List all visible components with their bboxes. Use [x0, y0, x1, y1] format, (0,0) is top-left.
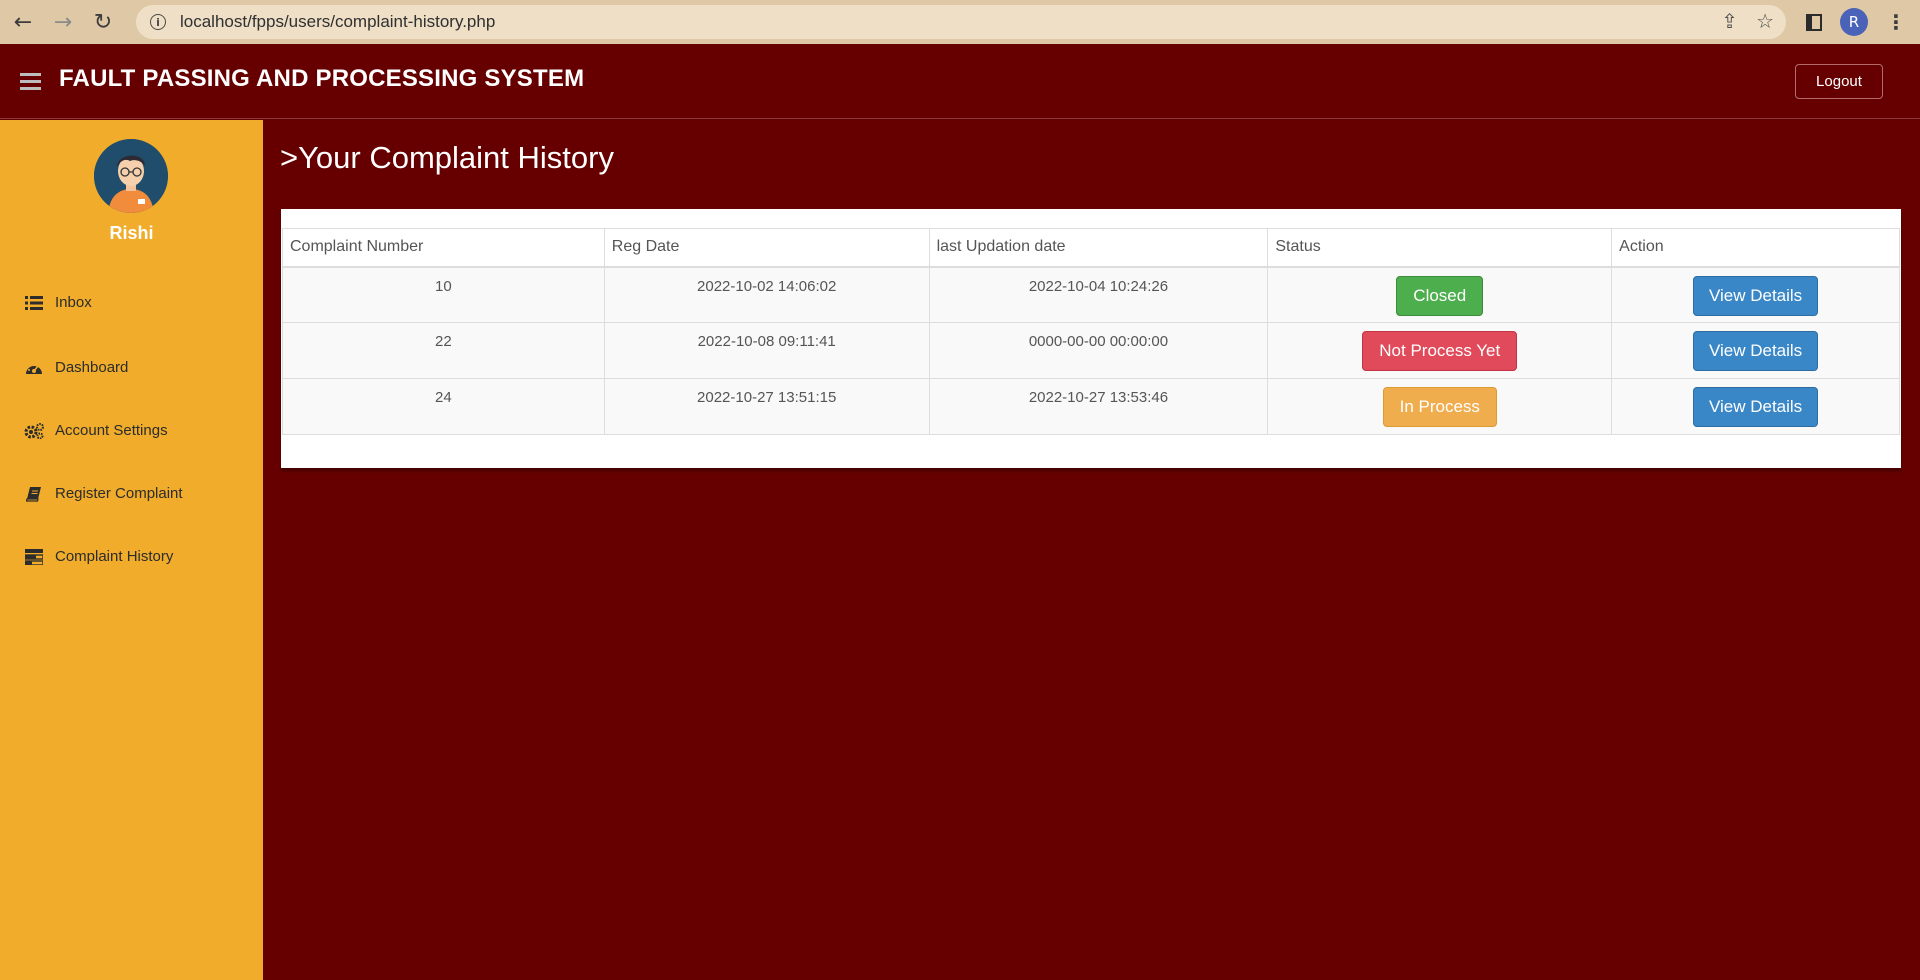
- user-avatar: [94, 139, 168, 213]
- cogs-icon: [24, 422, 44, 439]
- tasks-icon: [24, 548, 44, 565]
- bookmark-star-icon[interactable]: ☆: [1756, 9, 1774, 33]
- complaint-table: Complaint Number Reg Date last Updation …: [282, 228, 1900, 435]
- sidebar-item-complaint-history[interactable]: Complaint History: [24, 548, 173, 565]
- complaint-number: 10: [282, 266, 605, 323]
- view-details-button[interactable]: View Details: [1692, 387, 1819, 427]
- browser-toolbar: ← → ↻ i localhost/fpps/users/complaint-h…: [0, 0, 1920, 44]
- reg-date: 2022-10-08 09:11:41: [603, 322, 930, 379]
- reg-date: 2022-10-27 13:51:15: [603, 378, 930, 435]
- reg-date: 2022-10-02 14:06:02: [603, 266, 930, 323]
- browser-menu-icon[interactable]: ⋮: [1886, 10, 1906, 34]
- view-details-button[interactable]: View Details: [1692, 331, 1819, 371]
- share-icon[interactable]: ⇪: [1721, 9, 1738, 33]
- view-details-button[interactable]: View Details: [1692, 275, 1819, 316]
- url-text[interactable]: localhost/fpps/users/complaint-history.p…: [180, 12, 495, 32]
- logout-button[interactable]: Logout: [1795, 64, 1883, 99]
- sidebar: Rishi Inbox Dashboard Account Settings R…: [0, 120, 263, 980]
- page-title: >Your Complaint History: [280, 140, 614, 175]
- table-row: 24 2022-10-27 13:51:15 2022-10-27 13:53:…: [282, 378, 1900, 435]
- table-row: 22 2022-10-08 09:11:41 0000-00-00 00:00:…: [282, 322, 1900, 379]
- last-updation-date: 2022-10-27 13:53:46: [928, 378, 1269, 435]
- table-header-row: Complaint Number Reg Date last Updation …: [282, 228, 1900, 268]
- reload-icon[interactable]: ↻: [86, 5, 120, 39]
- column-header-action: Action: [1611, 228, 1900, 268]
- sidebar-item-dashboard[interactable]: Dashboard: [24, 359, 128, 376]
- status-badge: Closed: [1396, 275, 1484, 316]
- column-header-last-updation-date: last Updation date: [928, 228, 1269, 268]
- column-header-reg-date: Reg Date: [603, 228, 930, 268]
- app-header: FAULT PASSING AND PROCESSING SYSTEM Logo…: [0, 44, 1920, 119]
- address-bar[interactable]: i localhost/fpps/users/complaint-history…: [136, 5, 1786, 39]
- complaint-number: 22: [282, 322, 605, 379]
- sidebar-item-label: Register Complaint: [55, 485, 183, 502]
- sidebar-item-inbox[interactable]: Inbox: [24, 294, 92, 311]
- sidebar-item-label: Complaint History: [55, 548, 174, 565]
- sidebar-item-account-settings[interactable]: Account Settings: [24, 422, 168, 439]
- column-header-status: Status: [1267, 228, 1613, 268]
- complaint-number: 24: [282, 378, 605, 435]
- last-updation-date: 0000-00-00 00:00:00: [928, 322, 1269, 379]
- column-header-complaint-number: Complaint Number: [282, 228, 605, 268]
- back-arrow-icon[interactable]: ←: [6, 5, 40, 39]
- sidebar-item-label: Account Settings: [55, 422, 168, 439]
- site-info-icon[interactable]: i: [150, 14, 166, 30]
- book-icon: [24, 486, 44, 502]
- sidebar-item-register-complaint[interactable]: Register Complaint: [24, 485, 183, 502]
- complaint-history-panel: Complaint Number Reg Date last Updation …: [281, 209, 1901, 468]
- brand-title: FAULT PASSING AND PROCESSING SYSTEM: [59, 65, 585, 92]
- table-row: 10 2022-10-02 14:06:02 2022-10-04 10:24:…: [282, 266, 1900, 323]
- username: Rishi: [109, 223, 154, 243]
- list-icon: [24, 295, 44, 311]
- hamburger-menu-icon[interactable]: [20, 73, 41, 90]
- side-panel-icon[interactable]: [1806, 13, 1822, 31]
- sidebar-item-label: Dashboard: [55, 359, 129, 376]
- dashboard-icon: [24, 360, 44, 376]
- status-badge: Not Process Yet: [1362, 331, 1518, 371]
- sidebar-item-label: Inbox: [55, 294, 92, 311]
- profile-avatar[interactable]: R: [1840, 8, 1868, 36]
- status-badge: In Process: [1382, 387, 1497, 427]
- forward-arrow-icon[interactable]: →: [46, 5, 80, 39]
- last-updation-date: 2022-10-04 10:24:26: [928, 266, 1269, 323]
